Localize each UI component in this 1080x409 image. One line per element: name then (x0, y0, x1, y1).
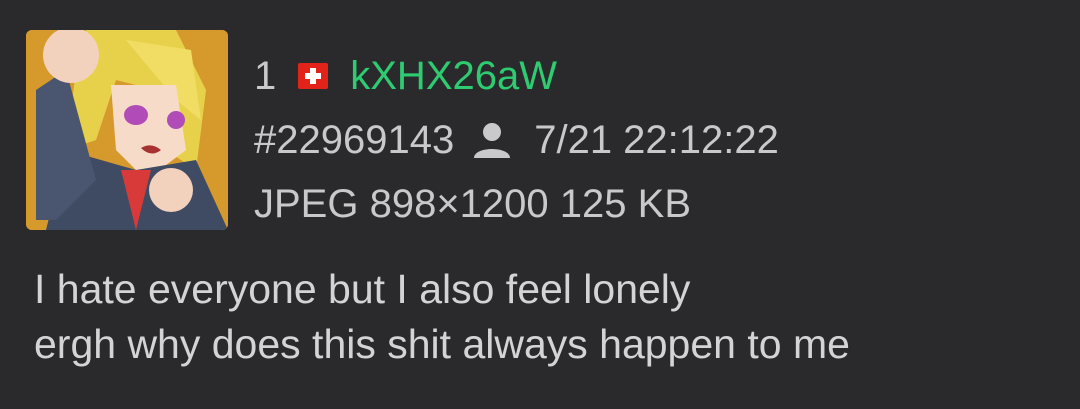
message-line: ergh why does this shit always happen to… (34, 321, 850, 367)
poster-id[interactable]: kXHX26aW (350, 44, 557, 108)
switzerland-flag-icon (298, 63, 329, 89)
post-thumbnail[interactable] (26, 30, 228, 230)
post-meta: 1 kXHX26aW #22969143 7/21 22:12:22 JPEG … (254, 44, 779, 236)
post-message: I hate everyone but I also feel lonely e… (34, 262, 850, 372)
post-number[interactable]: 1 (254, 44, 276, 108)
file-info-row: JPEG 898×1200 125 KB (254, 172, 779, 236)
post-id-row: #22969143 7/21 22:12:22 (254, 108, 779, 172)
post: 1 kXHX26aW #22969143 7/21 22:12:22 JPEG … (0, 0, 1080, 409)
anime-character-image (26, 30, 228, 230)
person-icon (472, 120, 512, 160)
post-id[interactable]: #22969143 (254, 108, 454, 172)
post-timestamp: 7/21 22:12:22 (534, 118, 779, 162)
message-line: I hate everyone but I also feel lonely (34, 266, 691, 312)
file-info[interactable]: JPEG 898×1200 125 KB (254, 172, 691, 236)
post-header-row: 1 kXHX26aW (254, 44, 779, 108)
